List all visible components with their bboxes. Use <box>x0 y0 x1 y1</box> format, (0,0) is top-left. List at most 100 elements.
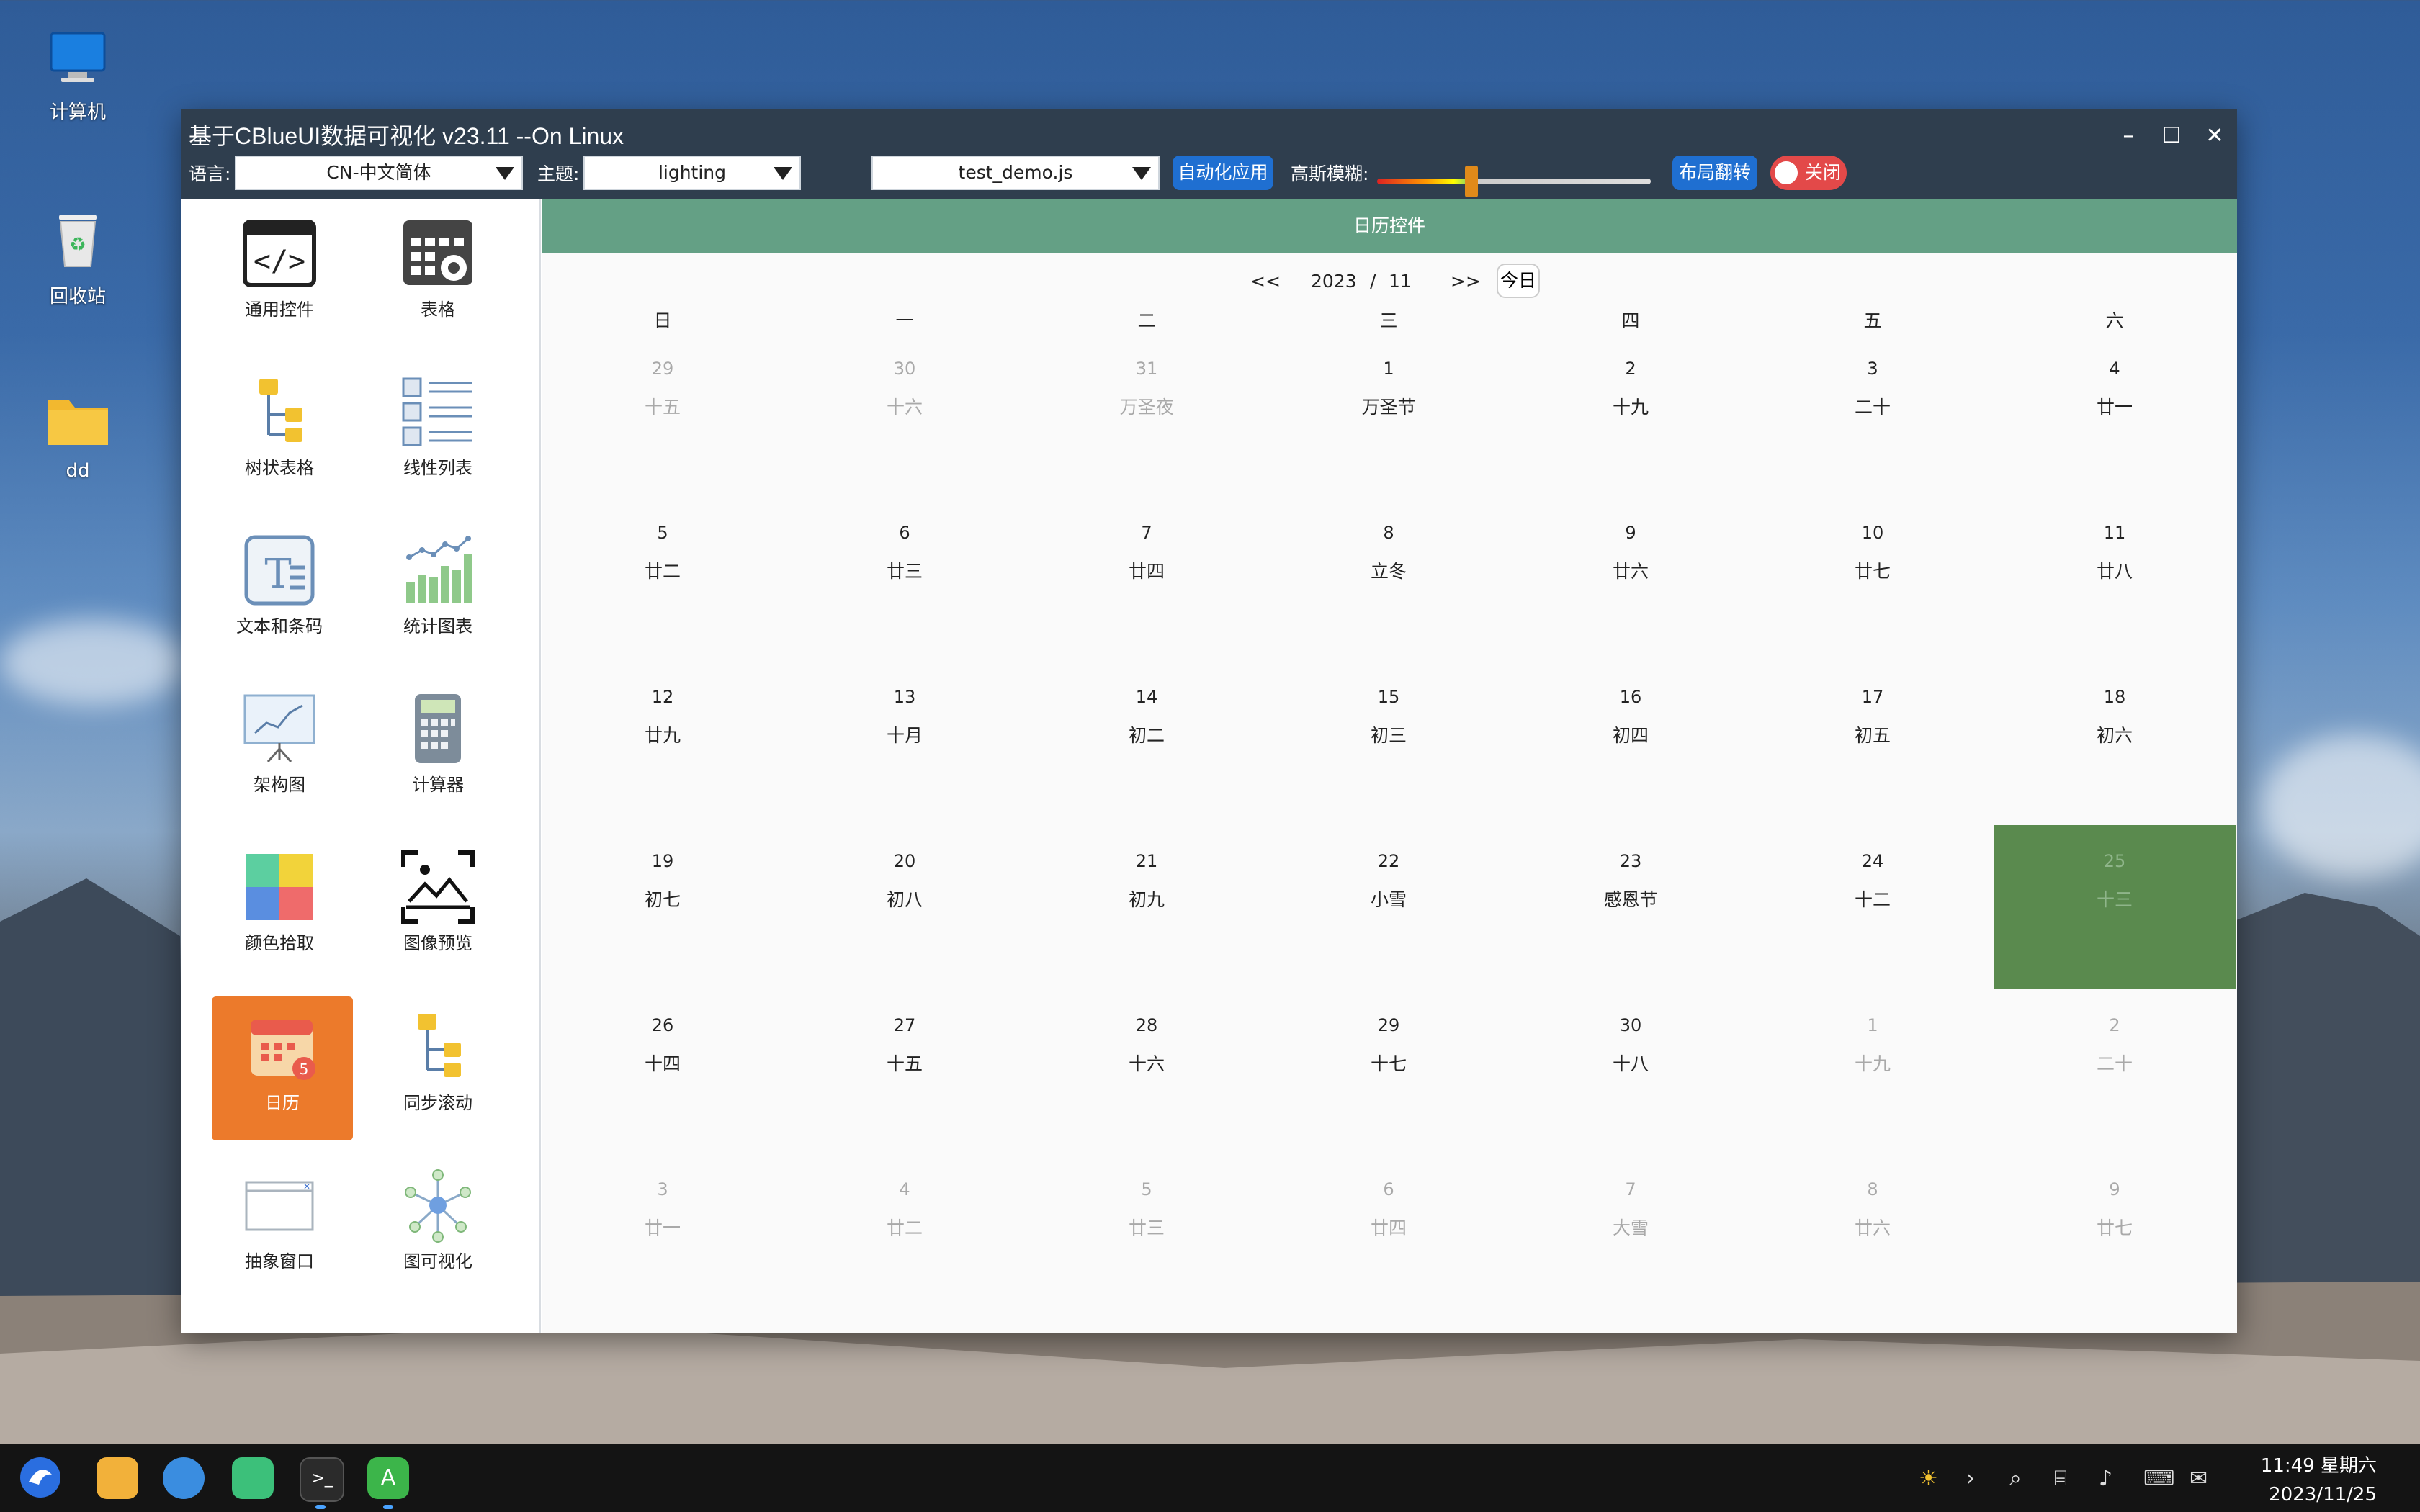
calendar-day[interactable]: 17 初五 <box>1752 661 1994 825</box>
sidebar-item-stat-chart[interactable]: 统计图表 <box>367 520 508 664</box>
calendar-day[interactable]: 8 廿六 <box>1752 1153 1994 1318</box>
sidebar-item-sync-scroll[interactable]: 同步滚动 <box>367 996 508 1140</box>
calendar-day[interactable]: 30 十六 <box>784 333 1026 497</box>
sidebar-item-architecture[interactable]: 架构图 <box>209 678 350 822</box>
clock[interactable]: 11:49 星期六 2023/11/25 <box>2261 1452 2377 1509</box>
next-month-button[interactable]: >> <box>1451 271 1481 292</box>
calendar-day[interactable]: 3 廿一 <box>542 1153 784 1318</box>
calendar-day[interactable]: 19 初七 <box>542 825 784 989</box>
calendar-day[interactable]: 31 万圣夜 <box>1026 333 1268 497</box>
calendar-day[interactable]: 18 初六 <box>1994 661 2236 825</box>
sidebar-item-graph-viz[interactable]: 图可视化 <box>367 1155 508 1299</box>
calendar-day[interactable]: 2 二十 <box>1994 989 2236 1153</box>
calendar-day[interactable]: 6 廿三 <box>784 497 1026 661</box>
sidebar-item-table[interactable]: 表格 <box>367 203 508 347</box>
desktop-icon-folder[interactable]: dd <box>27 389 128 482</box>
calendar-day[interactable]: 26 十四 <box>542 989 784 1153</box>
calendar-day[interactable]: 22 小雪 <box>1268 825 1510 989</box>
weekday-label: 五 <box>1863 310 1882 331</box>
calendar-day[interactable]: 29 十七 <box>1268 989 1510 1153</box>
prev-month-button[interactable]: << <box>1250 271 1281 292</box>
terminal-app-icon[interactable]: >_ <box>300 1457 344 1502</box>
calendar-day[interactable]: 7 廿四 <box>1026 497 1268 661</box>
calendar-day[interactable]: 14 初二 <box>1026 661 1268 825</box>
calendar-day[interactable]: 9 廿七 <box>1994 1153 2236 1318</box>
search-icon[interactable]: ⌕ <box>2009 1466 2022 1491</box>
network-icon[interactable]: ⌸ <box>2054 1466 2067 1491</box>
calendar-day[interactable]: 6 廿四 <box>1268 1153 1510 1318</box>
calendar-day[interactable]: 29 十五 <box>542 333 784 497</box>
calendar-day[interactable]: 27 十五 <box>784 989 1026 1153</box>
calendar-day[interactable]: 2 十九 <box>1510 333 1752 497</box>
clock-date: 2023/11/25 <box>2269 1484 2377 1506</box>
calendar-day[interactable]: 30 十八 <box>1510 989 1752 1153</box>
calendar-day[interactable]: 4 廿一 <box>1994 333 2236 497</box>
desktop-icon-trash[interactable]: ♻ 回收站 <box>27 209 128 308</box>
calendar-day[interactable]: 10 廿七 <box>1752 497 1994 661</box>
chevron-right-icon[interactable]: › <box>1966 1466 1975 1491</box>
start-menu-icon[interactable] <box>19 1456 62 1499</box>
script-select[interactable]: test_demo.js <box>871 156 1160 190</box>
calendar-day[interactable]: 4 廿二 <box>784 1153 1026 1318</box>
today-button[interactable]: 今日 <box>1497 264 1540 298</box>
calendar-day[interactable]: 28 十六 <box>1026 989 1268 1153</box>
calendar-day[interactable]: 21 初九 <box>1026 825 1268 989</box>
calendar-day[interactable]: 16 初四 <box>1510 661 1752 825</box>
lunar-date: 廿八 <box>2096 561 2133 582</box>
month-value[interactable]: 11 <box>1389 271 1412 292</box>
auto-apply-button[interactable]: 自动化应用 <box>1173 156 1273 190</box>
calendar-day[interactable]: 24 十二 <box>1752 825 1994 989</box>
app-a-icon[interactable]: A <box>367 1457 409 1499</box>
sidebar-item-tree-table[interactable]: 树状表格 <box>209 361 350 505</box>
blur-slider-handle[interactable] <box>1465 166 1478 197</box>
sidebar-item-linear-list[interactable]: 线性列表 <box>367 361 508 505</box>
calendar-day[interactable]: 23 感恩节 <box>1510 825 1752 989</box>
sidebar-item-abstract-window[interactable]: ✕ 抽象窗口 <box>209 1155 350 1299</box>
sidebar-item-color-picker[interactable]: 颜色拾取 <box>209 837 350 981</box>
browser-app-icon[interactable] <box>163 1457 205 1499</box>
volume-icon[interactable]: ♪ <box>2099 1466 2112 1491</box>
day-number: 5 <box>1141 1179 1152 1200</box>
calendar-day[interactable]: 7 大雪 <box>1510 1153 1752 1318</box>
notification-icon[interactable]: ✉ <box>2190 1466 2208 1491</box>
theme-select[interactable]: lighting <box>583 156 801 190</box>
calendar-day[interactable]: 11 廿八 <box>1994 497 2236 661</box>
calendar-day[interactable]: 1 十九 <box>1752 989 1994 1153</box>
calendar-day[interactable]: 3 二十 <box>1752 333 1994 497</box>
sidebar-item-calendar[interactable]: 5 日历 <box>212 996 353 1140</box>
calendar-day[interactable]: 15 初三 <box>1268 661 1510 825</box>
sidebar-item-calculator[interactable]: 计算器 <box>367 678 508 822</box>
calendar-day[interactable]: 8 立冬 <box>1268 497 1510 661</box>
sidebar-item-image-preview[interactable]: 图像预览 <box>367 837 508 981</box>
minimize-button[interactable]: – <box>2112 120 2145 153</box>
files-app-icon[interactable] <box>97 1457 138 1499</box>
day-number: 27 <box>893 1015 916 1035</box>
calendar-day[interactable]: 13 十月 <box>784 661 1026 825</box>
day-number: 12 <box>651 687 674 707</box>
calendar-day[interactable]: 9 廿六 <box>1510 497 1752 661</box>
mail-app-icon[interactable] <box>232 1457 274 1499</box>
calendar-day[interactable]: 12 廿九 <box>542 661 784 825</box>
day-number: 17 <box>1861 687 1884 707</box>
calendar-day[interactable]: 5 廿三 <box>1026 1153 1268 1318</box>
keyboard-icon[interactable]: ⌨ <box>2143 1466 2174 1491</box>
sun-icon[interactable]: ☀ <box>1919 1466 1938 1491</box>
lunar-date: 初四 <box>1612 725 1649 746</box>
year-value[interactable]: 2023 <box>1311 271 1357 292</box>
blur-slider-track[interactable] <box>1377 179 1651 184</box>
calendar-day[interactable]: 20 初八 <box>784 825 1026 989</box>
sidebar-item-general-controls[interactable]: </> 通用控件 <box>209 203 350 347</box>
calendar-day[interactable]: 5 廿二 <box>542 497 784 661</box>
calendar-day[interactable]: 1 万圣节 <box>1268 333 1510 497</box>
sidebar-item-text-barcode[interactable]: T 文本和条码 <box>209 520 350 664</box>
lunar-date: 十五 <box>644 397 681 418</box>
layout-flip-button[interactable]: 布局翻转 <box>1672 156 1757 190</box>
calendar-day-selected[interactable]: 25 十三 <box>1994 825 2236 989</box>
maximize-button[interactable]: ☐ <box>2155 120 2188 153</box>
close-button[interactable]: ✕ <box>2198 120 2231 153</box>
desktop-icon-computer[interactable]: 计算机 <box>27 29 128 124</box>
taskbar: >_ A ☀ › ⌕ ⌸ ♪ ⌨ ✉ 11:49 星期六 2023/11/25 <box>0 1444 2420 1512</box>
toggle-switch[interactable]: 关闭 <box>1770 156 1847 190</box>
language-select[interactable]: CN-中文简体 <box>235 156 523 190</box>
calendar-icon: 5 <box>251 1020 315 1080</box>
